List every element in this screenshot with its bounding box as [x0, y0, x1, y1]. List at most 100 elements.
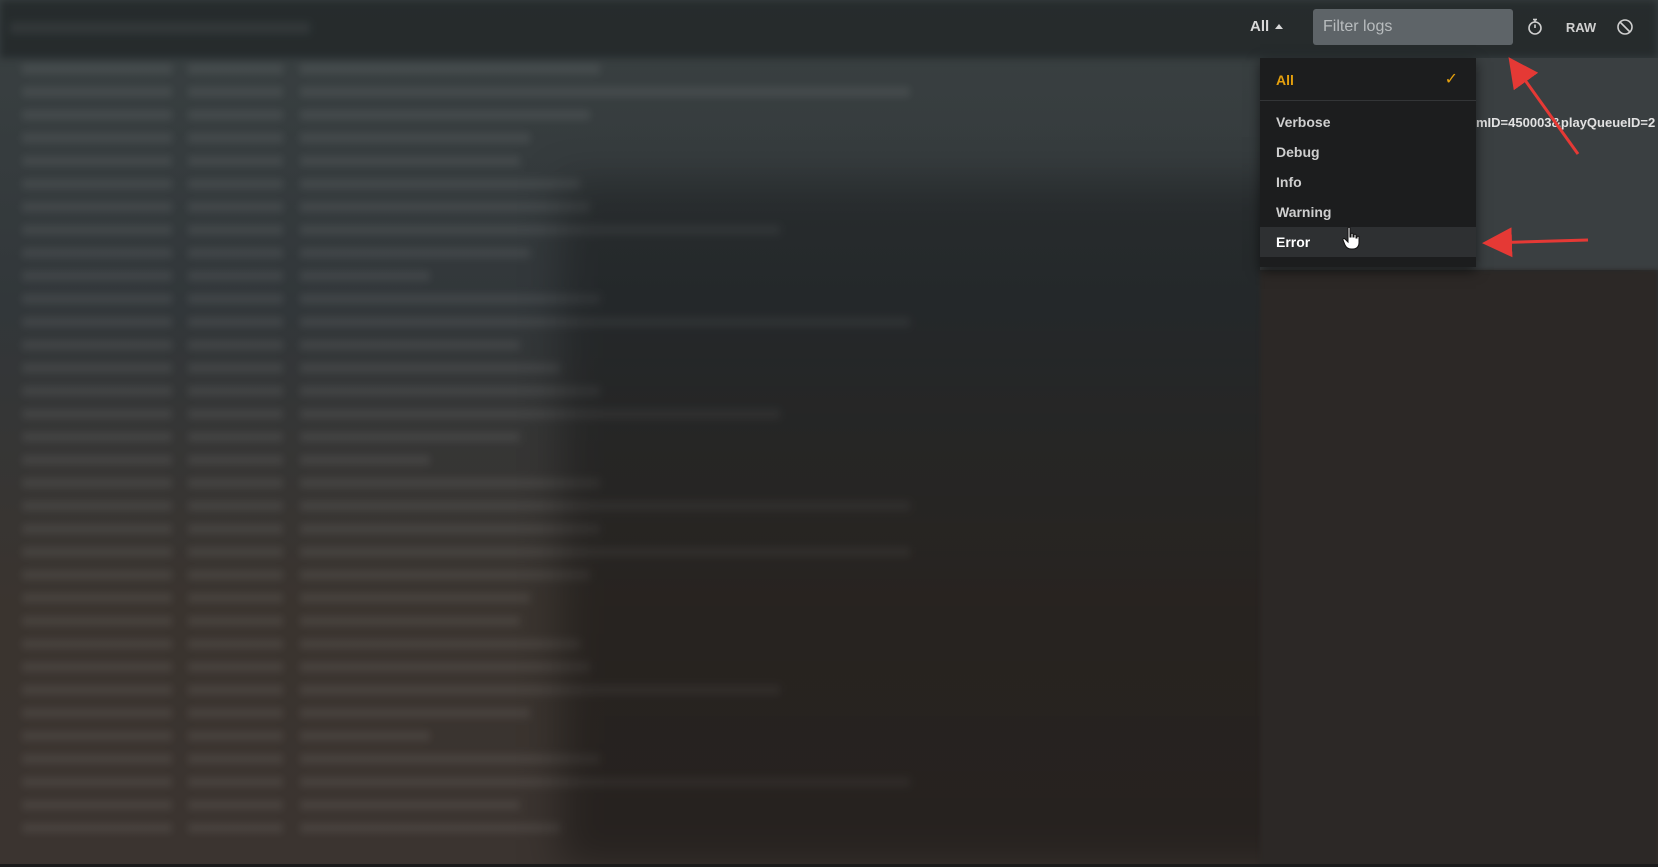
- dropdown-item-info[interactable]: Info: [1260, 167, 1476, 197]
- log-cell: [188, 294, 283, 304]
- log-cell: [300, 455, 430, 465]
- log-cell: [188, 432, 283, 442]
- log-cell: [300, 616, 520, 626]
- log-cell: [22, 823, 172, 833]
- log-cell: [188, 685, 283, 695]
- log-cell: [188, 340, 283, 350]
- log-detail-panel-lower: [1260, 270, 1658, 867]
- caret-up-icon: [1275, 24, 1284, 29]
- dropdown-item-label: Debug: [1276, 144, 1320, 160]
- log-cell: [188, 87, 283, 97]
- log-cell: [188, 386, 283, 396]
- dropdown-divider: [1260, 100, 1476, 101]
- log-cell: [22, 547, 172, 557]
- log-cell: [22, 409, 172, 419]
- log-cell: [300, 202, 590, 212]
- log-cell: [188, 777, 283, 787]
- log-cell: [188, 708, 283, 718]
- dropdown-item-all[interactable]: All ✓: [1260, 58, 1476, 100]
- log-cell: [22, 685, 172, 695]
- raw-button[interactable]: RAW: [1562, 16, 1600, 38]
- log-cell: [188, 501, 283, 511]
- log-cell: [300, 294, 600, 304]
- log-cell: [22, 386, 172, 396]
- log-cell: [22, 432, 172, 442]
- log-cell: [188, 570, 283, 580]
- log-cell: [22, 202, 172, 212]
- log-cell: [22, 317, 172, 327]
- dropdown-item-verbose[interactable]: Verbose: [1260, 107, 1476, 137]
- log-cell: [300, 823, 560, 833]
- log-cell: [188, 478, 283, 488]
- log-cell: [22, 708, 172, 718]
- log-cell: [22, 754, 172, 764]
- log-cell: [22, 179, 172, 189]
- prohibited-icon: [1617, 19, 1633, 35]
- log-cell: [188, 662, 283, 672]
- log-cell: [22, 110, 172, 120]
- filter-logs-input[interactable]: [1313, 9, 1513, 45]
- checkmark-icon: ✓: [1444, 71, 1458, 88]
- log-cell: [188, 823, 283, 833]
- log-header-text: [10, 22, 310, 34]
- log-cell: [188, 156, 283, 166]
- dropdown-item-error[interactable]: Error: [1260, 227, 1476, 257]
- log-cell: [188, 248, 283, 258]
- timestamp-toggle-button[interactable]: [1524, 16, 1546, 38]
- dropdown-item-warning[interactable]: Warning: [1260, 197, 1476, 227]
- log-cell: [22, 777, 172, 787]
- log-toolbar: All RAW: [1250, 8, 1658, 46]
- log-cell: [188, 110, 283, 120]
- log-cell: [22, 294, 172, 304]
- log-cell: [22, 478, 172, 488]
- log-cell: [188, 524, 283, 534]
- log-level-selector[interactable]: All: [1250, 18, 1284, 35]
- log-cell: [22, 87, 172, 97]
- log-cell: [22, 662, 172, 672]
- log-cell: [300, 110, 590, 120]
- log-cell: [300, 179, 580, 189]
- log-cell: [188, 409, 283, 419]
- dropdown-item-label: All: [1276, 72, 1294, 88]
- stopwatch-icon: [1528, 18, 1542, 35]
- log-cell: [188, 317, 283, 327]
- log-cell: [188, 363, 283, 373]
- dropdown-item-label: Info: [1276, 174, 1302, 190]
- log-cell: [22, 363, 172, 373]
- log-cell: [300, 340, 520, 350]
- log-cell: [22, 248, 172, 258]
- log-cell: [300, 731, 430, 741]
- log-cell: [300, 639, 580, 649]
- log-cell: [300, 363, 560, 373]
- dropdown-item-label: Verbose: [1276, 114, 1331, 130]
- log-cell: [188, 202, 283, 212]
- log-cell: [188, 800, 283, 810]
- log-cell: [300, 662, 590, 672]
- log-cell: [22, 340, 172, 350]
- log-cell: [22, 271, 172, 281]
- log-cell: [22, 133, 172, 143]
- log-cell: [300, 593, 530, 603]
- log-cell: [22, 64, 172, 74]
- log-cell: [22, 156, 172, 166]
- log-cell: [300, 708, 530, 718]
- log-cell: [22, 225, 172, 235]
- log-cell: [188, 754, 283, 764]
- log-cell: [22, 501, 172, 511]
- log-cell: [188, 616, 283, 626]
- log-cell: [188, 455, 283, 465]
- log-cell: [188, 64, 283, 74]
- dropdown-item-debug[interactable]: Debug: [1260, 137, 1476, 167]
- log-cell: [300, 432, 520, 442]
- log-cell: [300, 478, 600, 488]
- log-cell: [22, 639, 172, 649]
- log-cell: [22, 570, 172, 580]
- log-cell: [300, 524, 600, 534]
- log-cell: [300, 386, 600, 396]
- dropdown-item-label: Error: [1276, 234, 1311, 250]
- dropdown-item-label: Warning: [1276, 204, 1332, 220]
- log-cell: [188, 593, 283, 603]
- log-cell: [300, 754, 600, 764]
- clear-logs-button[interactable]: [1614, 16, 1636, 38]
- log-cell: [300, 133, 530, 143]
